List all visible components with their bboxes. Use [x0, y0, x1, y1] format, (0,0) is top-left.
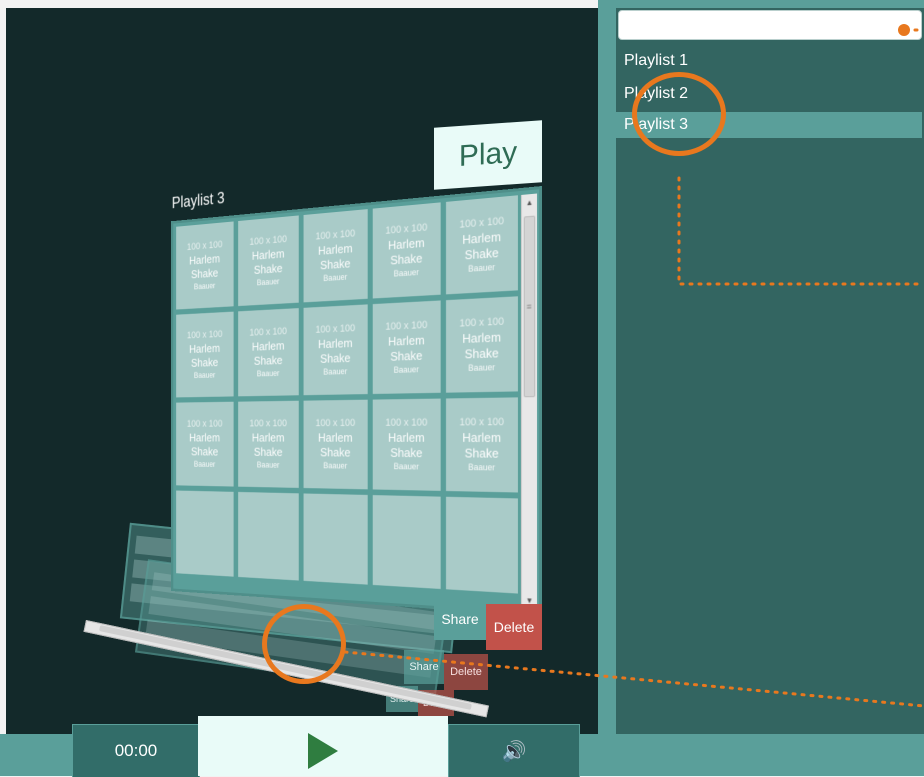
tile-song-title: Harlem Shake: [251, 338, 285, 368]
playlist-board: Playlist 3 100 x 100 Harlem Shake Baauer 10…: [171, 186, 542, 616]
tile-dimensions: 100 x 100: [315, 417, 356, 430]
tile-song-title: Harlem Shake: [251, 246, 285, 277]
annotation-circle: [262, 604, 346, 684]
tile-dimensions: 100 x 100: [249, 418, 287, 430]
track-tile[interactable]: 100 x 100 Harlem Shake Baauer: [372, 398, 441, 491]
track-tile[interactable]: 100 x 100 Harlem Shake Baauer: [303, 399, 368, 490]
tile-song-title: Harlem Shake: [318, 430, 353, 460]
tile-dimensions: 100 x 100: [385, 319, 428, 333]
tile-artist: Baauer: [193, 280, 216, 291]
tile-artist: Baauer: [256, 276, 280, 287]
tile-artist: Baauer: [193, 459, 216, 469]
track-tile[interactable]: 100 x 100 Harlem Shake Baauer: [446, 195, 519, 295]
track-tile[interactable]: 100 x 100 Harlem Shake Baauer: [176, 311, 234, 398]
track-tile[interactable]: [303, 493, 368, 585]
tile-song-title: Harlem Shake: [462, 430, 502, 461]
tile-dimensions: 100 x 100: [385, 417, 428, 429]
vertical-scrollbar[interactable]: ▲ ≡ ▼: [520, 193, 538, 609]
delete-button[interactable]: Delete: [486, 604, 542, 650]
share-button[interactable]: Share: [434, 598, 486, 640]
tile-artist: Baauer: [323, 460, 348, 470]
track-tile[interactable]: 100 x 100 Harlem Shake Baauer: [238, 215, 299, 307]
track-tile[interactable]: 100 x 100 Harlem Shake Baauer: [372, 300, 441, 394]
play-triangle-icon: [308, 733, 338, 769]
tile-artist: Baauer: [468, 461, 495, 472]
track-tile[interactable]: [176, 490, 234, 577]
time-display: 00:00: [72, 724, 200, 777]
tile-artist: Baauer: [468, 261, 495, 274]
track-tile[interactable]: 100 x 100 Harlem Shake Baauer: [303, 209, 368, 303]
search-input[interactable]: [618, 10, 922, 40]
track-tile[interactable]: 100 x 100 Harlem Shake Baauer: [176, 221, 234, 310]
tile-song-title: Harlem Shake: [462, 229, 502, 263]
tile-dimensions: 100 x 100: [459, 416, 505, 429]
tile-artist: Baauer: [393, 266, 419, 278]
tile-artist: Baauer: [193, 370, 216, 380]
track-tile[interactable]: [238, 491, 299, 581]
tile-artist: Baauer: [393, 364, 419, 375]
volume-button[interactable]: 🔊: [448, 724, 580, 777]
tile-dimensions: 100 x 100: [186, 329, 223, 342]
annotation-dot: [898, 24, 910, 36]
tile-artist: Baauer: [468, 361, 495, 373]
tile-song-title: Harlem Shake: [318, 241, 353, 273]
track-tile[interactable]: 100 x 100 Harlem Shake Baauer: [176, 401, 234, 487]
tile-song-title: Harlem Shake: [251, 430, 285, 459]
tile-dimensions: 100 x 100: [315, 322, 356, 336]
track-tile[interactable]: 100 x 100 Harlem Shake Baauer: [372, 202, 441, 299]
track-tile[interactable]: 100 x 100 Harlem Shake Baauer: [303, 304, 368, 396]
player-controls: 00:00 🔊: [72, 716, 580, 777]
grip-icon: ≡: [526, 301, 532, 312]
tile-dimensions: 100 x 100: [459, 316, 505, 330]
tile-song-title: Harlem Shake: [189, 430, 221, 459]
tile-song-title: Harlem Shake: [388, 235, 425, 268]
track-tile[interactable]: [446, 496, 519, 594]
tile-artist: Baauer: [393, 461, 419, 471]
track-grid: 100 x 100 Harlem Shake Baauer 100 x 100 Harl…: [176, 195, 519, 607]
tile-dimensions: 100 x 100: [186, 418, 223, 430]
tile-artist: Baauer: [256, 368, 280, 378]
annotation-circle: [632, 72, 726, 156]
board-title: Playlist 3: [171, 188, 225, 212]
play-button[interactable]: [198, 716, 448, 776]
tile-artist: Baauer: [323, 271, 348, 283]
speaker-icon: 🔊: [501, 740, 527, 763]
tile-song-title: Harlem Shake: [462, 329, 502, 362]
tile-artist: Baauer: [256, 459, 280, 470]
tile-artist: Baauer: [323, 366, 348, 377]
track-tile[interactable]: 100 x 100 Harlem Shake Baauer: [238, 400, 299, 488]
tile-song-title: Harlem Shake: [189, 341, 221, 370]
track-tile[interactable]: [372, 495, 441, 589]
tile-song-title: Harlem Shake: [318, 335, 353, 366]
tile-song-title: Harlem Shake: [388, 332, 425, 364]
tile-song-title: Harlem Shake: [388, 430, 425, 461]
tile-dimensions: 100 x 100: [249, 326, 287, 339]
track-tile[interactable]: 100 x 100 Harlem Shake Baauer: [446, 296, 519, 393]
scroll-up-icon[interactable]: ▲: [522, 193, 537, 210]
track-tile[interactable]: 100 x 100 Harlem Shake Baauer: [238, 308, 299, 397]
tile-song-title: Harlem Shake: [189, 251, 221, 282]
sidebar-item-playlist-1[interactable]: Playlist 1: [616, 48, 922, 74]
track-tile[interactable]: 100 x 100 Harlem Shake Baauer: [446, 397, 519, 493]
